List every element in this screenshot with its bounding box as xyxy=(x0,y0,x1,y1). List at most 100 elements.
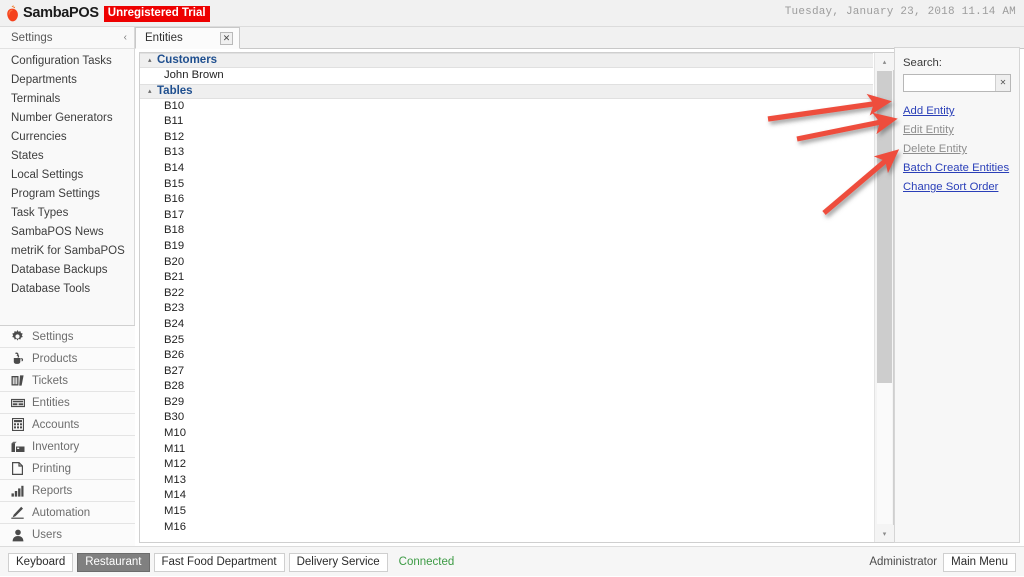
page-icon xyxy=(10,462,25,476)
entity-list-item[interactable]: M14 xyxy=(140,488,873,504)
collapse-triangle-icon[interactable]: ▴ xyxy=(148,84,157,99)
title-bar: SambaPOS Unregistered Trial Tuesday, Jan… xyxy=(0,0,1024,27)
pencil-icon xyxy=(10,506,25,520)
entity-list-item[interactable]: M13 xyxy=(140,473,873,489)
module-nav-settings[interactable]: Settings xyxy=(0,326,135,348)
entity-list-item[interactable]: B23 xyxy=(140,301,873,317)
vertical-scrollbar[interactable]: ▴ ▾ xyxy=(874,53,894,542)
entity-list[interactable]: ▴ Customers John Brown ▴ Tables B10 B11 B12 B13 B… xyxy=(140,53,873,542)
entity-group-header-tables[interactable]: ▴ Tables xyxy=(140,83,873,99)
sidebar-item-sambapos-news[interactable]: SambaPOS News xyxy=(0,223,134,242)
entity-list-item[interactable]: B27 xyxy=(140,364,873,380)
sidebar-item-states[interactable]: States xyxy=(0,147,134,166)
search-label: Search: xyxy=(903,57,942,69)
settings-sidebar: Settings ‹ Configuration Tasks Department… xyxy=(0,27,135,546)
entity-list-item[interactable]: B22 xyxy=(140,286,873,302)
entity-list-item[interactable]: B25 xyxy=(140,333,873,349)
entity-group-label: Customers xyxy=(157,54,218,66)
module-nav-label: Products xyxy=(32,352,78,365)
sidebar-item-metrik-for-sambapos[interactable]: metriK for SambaPOS xyxy=(0,242,134,261)
entity-list-item[interactable]: B18 xyxy=(140,223,873,239)
module-nav-automation[interactable]: Automation xyxy=(0,502,135,524)
entity-list-item[interactable]: John Brown xyxy=(140,68,873,84)
entity-list-item[interactable]: B26 xyxy=(140,348,873,364)
entity-list-item[interactable]: B10 xyxy=(140,99,873,115)
entity-list-item[interactable]: B28 xyxy=(140,379,873,395)
entity-list-item[interactable]: B14 xyxy=(140,161,873,177)
entity-list-item[interactable]: B19 xyxy=(140,239,873,255)
sidebar-item-task-types[interactable]: Task Types xyxy=(0,204,134,223)
bar-chart-icon xyxy=(10,484,25,498)
module-nav-reports[interactable]: Reports xyxy=(0,480,135,502)
action-link-batch-create-entities[interactable]: Batch Create Entities xyxy=(903,159,1011,178)
status-button-keyboard[interactable]: Keyboard xyxy=(8,552,74,572)
sidebar-item-program-settings[interactable]: Program Settings xyxy=(0,185,134,204)
entity-list-item[interactable]: B30 xyxy=(140,410,873,426)
scroll-up-icon[interactable]: ▴ xyxy=(875,53,894,70)
scrollbar-thumb[interactable] xyxy=(877,71,892,383)
entity-list-item[interactable]: B21 xyxy=(140,270,873,286)
sidebar-header: Settings ‹ xyxy=(0,27,134,49)
entity-group-header-customers[interactable]: ▴ Customers xyxy=(140,53,873,68)
search-box[interactable]: ✕ xyxy=(903,74,1011,92)
sidebar-item-currencies[interactable]: Currencies xyxy=(0,128,134,147)
action-link-edit-entity: Edit Entity xyxy=(903,124,954,136)
chevron-left-icon[interactable]: ‹ xyxy=(124,32,127,43)
action-panel: Search: ✕ Add Entity Edit Entity Delete En… xyxy=(894,47,1020,543)
entity-list-item[interactable]: M11 xyxy=(140,442,873,458)
entity-list-item[interactable]: B20 xyxy=(140,255,873,271)
sidebar-item-database-backups[interactable]: Database Backups xyxy=(0,261,134,280)
boxes-icon xyxy=(10,440,25,454)
status-button-fast-food-department[interactable]: Fast Food Department xyxy=(153,552,285,572)
entity-list-item[interactable]: B15 xyxy=(140,177,873,193)
action-link-change-sort-order[interactable]: Change Sort Order xyxy=(903,178,1011,197)
tab-strip: Entities ✕ xyxy=(135,27,1024,49)
tab-entities[interactable]: Entities ✕ xyxy=(135,27,240,49)
status-bar-buttons: Keyboard Restaurant Fast Food Department De… xyxy=(8,547,454,577)
module-nav-tickets[interactable]: Tickets xyxy=(0,370,135,392)
sidebar-item-local-settings[interactable]: Local Settings xyxy=(0,166,134,185)
entity-list-item[interactable]: M15 xyxy=(140,504,873,520)
module-nav-label: Reports xyxy=(32,484,73,497)
module-nav-users[interactable]: Users xyxy=(0,524,135,546)
status-button-delivery-service[interactable]: Delivery Service xyxy=(288,552,388,572)
entity-list-item[interactable]: M16 xyxy=(140,520,873,536)
module-nav-label: Accounts xyxy=(32,418,80,431)
entity-list-item[interactable]: B24 xyxy=(140,317,873,333)
entity-list-panel: ▴ Customers John Brown ▴ Tables B10 B11 B12 B13 B… xyxy=(139,52,894,543)
collapse-triangle-icon[interactable]: ▴ xyxy=(148,53,157,68)
action-link-delete-entity: Delete Entity xyxy=(903,143,968,155)
sidebar-item-terminals[interactable]: Terminals xyxy=(0,90,134,109)
entity-list-item[interactable]: B13 xyxy=(140,145,873,161)
entity-list-item[interactable]: B29 xyxy=(140,395,873,411)
module-nav-printing[interactable]: Printing xyxy=(0,458,135,480)
module-nav-accounts[interactable]: Accounts xyxy=(0,414,135,436)
module-nav-products[interactable]: Products xyxy=(0,348,135,370)
entity-list-item[interactable]: B12 xyxy=(140,130,873,146)
module-nav-inventory[interactable]: Inventory xyxy=(0,436,135,458)
calculator-icon xyxy=(10,418,25,432)
entity-list-item[interactable]: M12 xyxy=(140,457,873,473)
entity-list-item[interactable]: B11 xyxy=(140,114,873,130)
scroll-down-icon[interactable]: ▾ xyxy=(875,525,894,542)
module-nav-label: Printing xyxy=(32,462,71,475)
main-menu-button[interactable]: Main Menu xyxy=(943,552,1016,572)
action-link-add-entity[interactable]: Add Entity xyxy=(903,102,1011,121)
module-nav-label: Settings xyxy=(32,330,74,343)
scrollbar-track[interactable] xyxy=(877,383,892,524)
close-icon[interactable]: ✕ xyxy=(220,31,233,45)
brand-name: SambaPOS xyxy=(23,5,99,21)
module-nav-entities[interactable]: Entities xyxy=(0,392,135,414)
entity-list-item[interactable]: B17 xyxy=(140,208,873,224)
module-nav: Settings Products Tickets Entities Accounts I… xyxy=(0,325,135,546)
pepper-icon xyxy=(6,5,19,22)
entity-list-item[interactable]: B16 xyxy=(140,192,873,208)
sidebar-item-number-generators[interactable]: Number Generators xyxy=(0,109,134,128)
clear-search-icon[interactable]: ✕ xyxy=(995,75,1010,91)
status-button-restaurant[interactable]: Restaurant xyxy=(77,552,150,572)
entity-list-item[interactable]: M10 xyxy=(140,426,873,442)
search-input[interactable] xyxy=(904,75,996,91)
sidebar-item-departments[interactable]: Departments xyxy=(0,71,134,90)
sidebar-item-database-tools[interactable]: Database Tools xyxy=(0,280,134,299)
sidebar-item-configuration-tasks[interactable]: Configuration Tasks xyxy=(0,52,134,71)
